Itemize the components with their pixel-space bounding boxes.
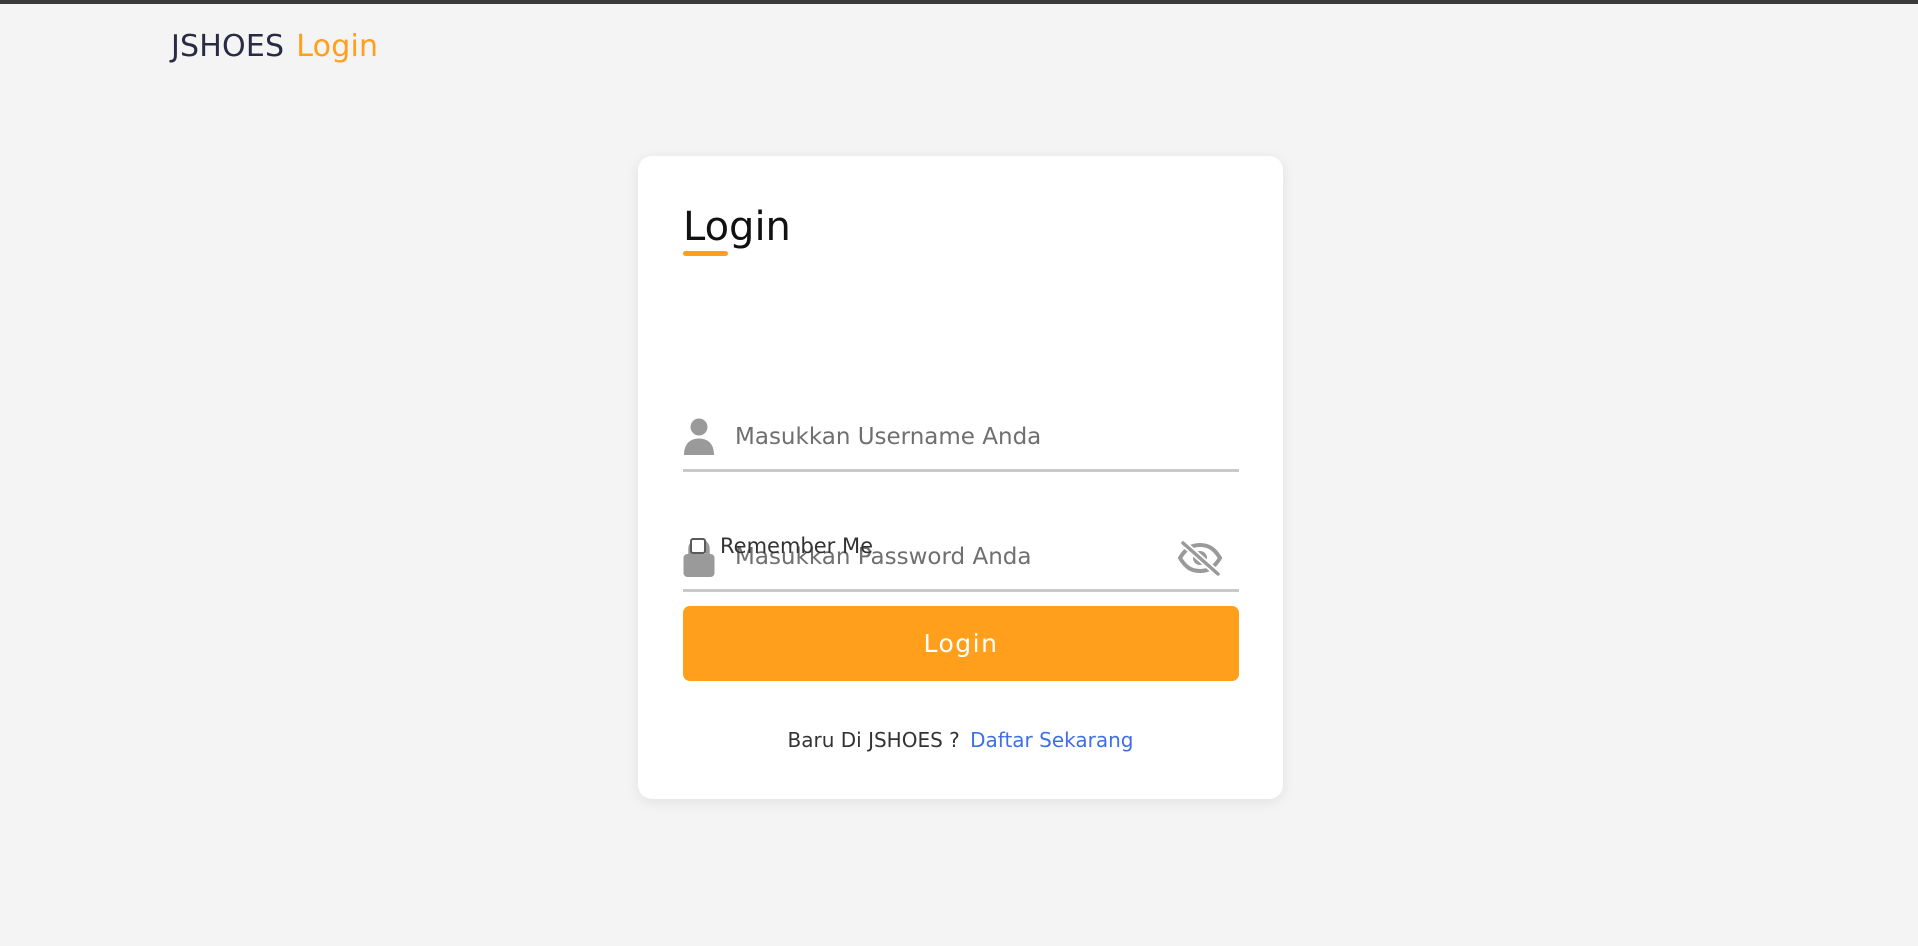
login-title: Login — [683, 204, 791, 250]
login-button[interactable]: Login — [683, 606, 1239, 681]
remember-me-checkbox[interactable] — [690, 538, 706, 554]
register-prompt-text: Baru Di JSHOES ? — [787, 728, 960, 752]
title-underline — [683, 251, 728, 256]
username-input[interactable] — [735, 417, 1165, 457]
remember-me-label: Remember Me — [720, 534, 873, 558]
register-prompt: Baru Di JSHOES ? Daftar Sekarang — [638, 726, 1283, 754]
window-top-border — [0, 0, 1918, 4]
brand-header: JSHOES Login — [171, 27, 378, 67]
login-card: Login Remember Me Login Baru Di JSHOES ?… — [638, 156, 1283, 799]
brand-name[interactable]: JSHOES — [171, 29, 284, 64]
user-icon — [684, 418, 714, 455]
remember-me[interactable]: Remember Me — [690, 529, 873, 563]
username-field — [683, 407, 1239, 472]
page-label: Login — [296, 29, 379, 64]
eye-slash-icon[interactable] — [1177, 539, 1223, 577]
register-link[interactable]: Daftar Sekarang — [970, 728, 1133, 752]
